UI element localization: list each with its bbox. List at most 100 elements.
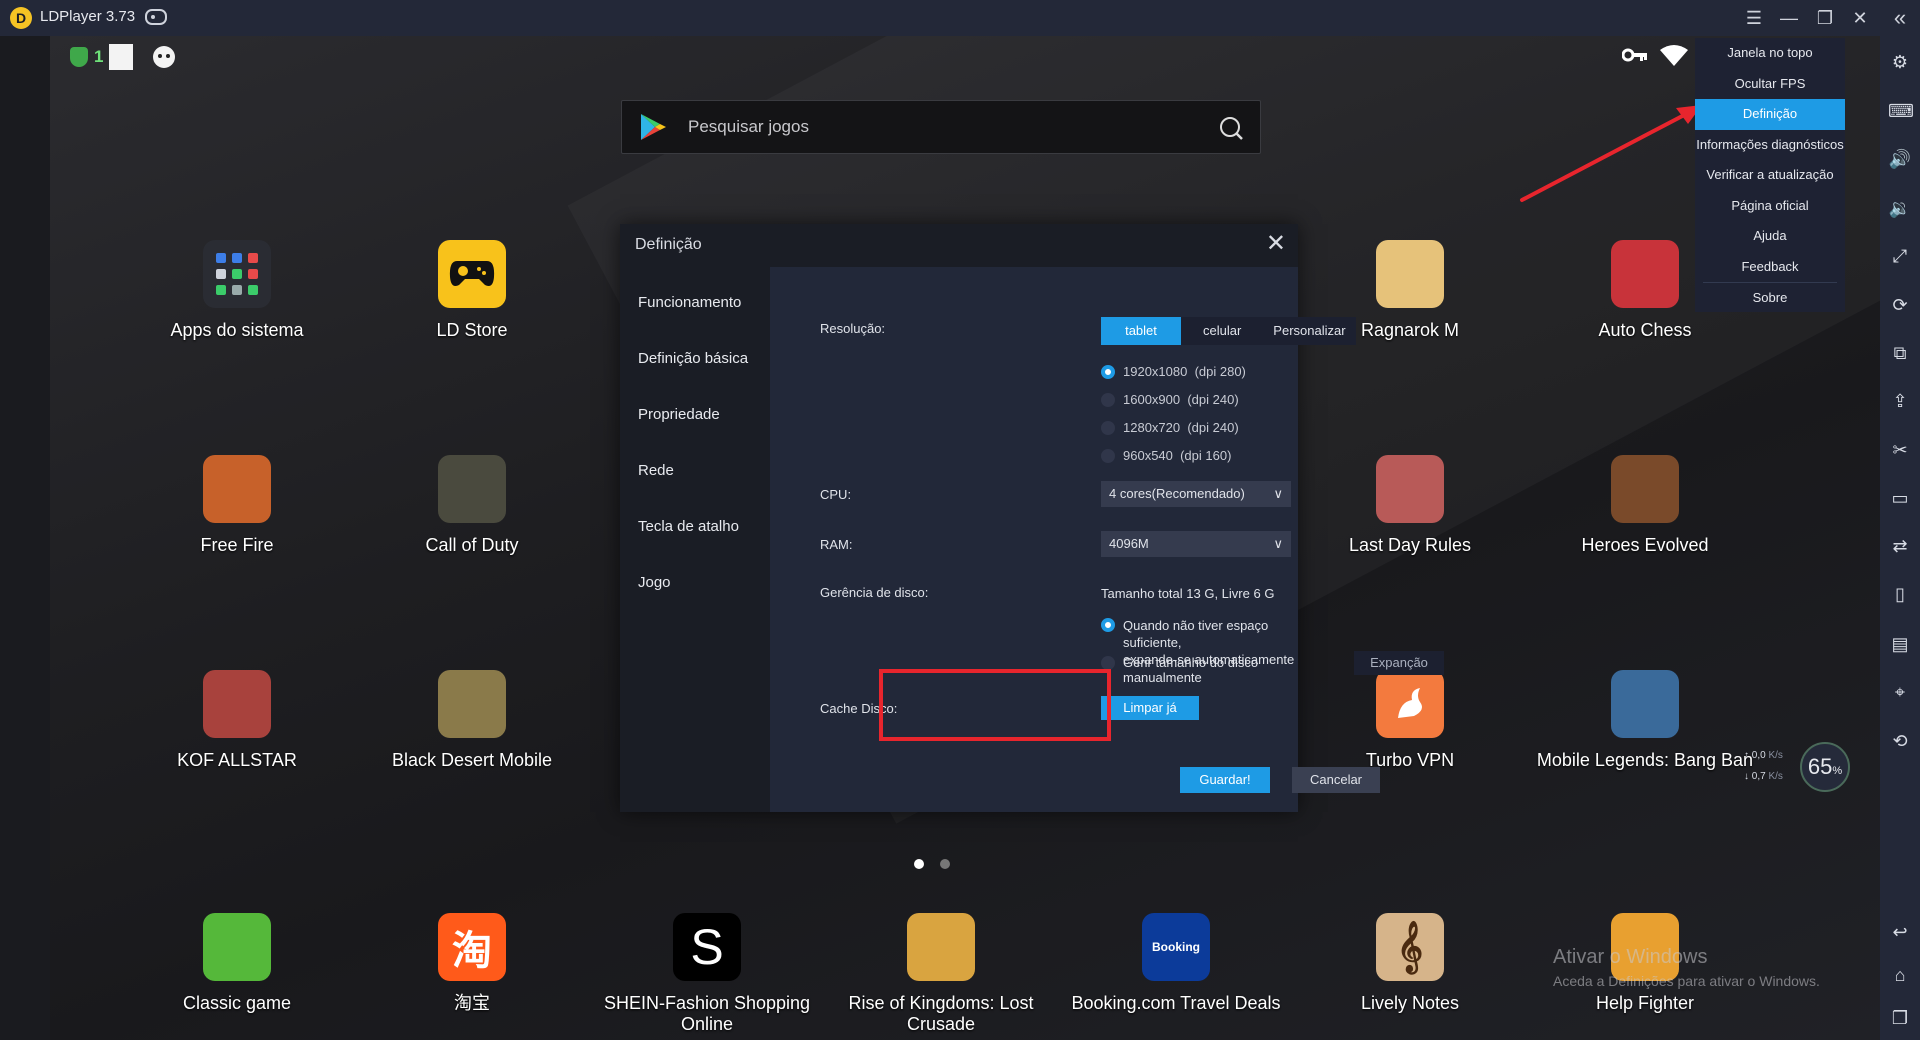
fullscreen-icon[interactable]: ⤢ xyxy=(1888,244,1912,268)
menu-item-sobre[interactable]: Sobre xyxy=(1695,283,1845,314)
shein-icon: S xyxy=(673,913,741,981)
app-shortcut[interactable]: Classic game xyxy=(122,913,352,1014)
nav-item-definicao-basica[interactable]: Definição básica xyxy=(620,331,770,387)
resolution-option[interactable]: 1920x1080 (dpi 280) xyxy=(1101,364,1246,379)
radio[interactable] xyxy=(1101,421,1115,435)
game-art xyxy=(1376,455,1444,523)
clear-cache-button[interactable]: Limpar já xyxy=(1101,696,1199,720)
vpn-key-icon xyxy=(1622,48,1647,62)
menu-item-ocultar-fps[interactable]: Ocultar FPS xyxy=(1695,69,1845,100)
app-shortcut[interactable]: 淘淘宝 xyxy=(357,913,587,1014)
settings-icon[interactable]: ⚙ xyxy=(1888,50,1912,74)
game-art xyxy=(438,455,506,523)
menu-item-feedback[interactable]: Feedback xyxy=(1695,252,1845,283)
nav-item-rede[interactable]: Rede xyxy=(620,443,770,499)
back-icon[interactable]: ↩ xyxy=(1888,920,1912,944)
app-shortcut[interactable]: LD Store xyxy=(357,240,587,341)
sync-icon[interactable]: ⇄ xyxy=(1888,534,1912,558)
windows-activation-watermark: Ativar o Windows Aceda a Definições para… xyxy=(1553,946,1820,989)
location-icon[interactable]: ⌖ xyxy=(1888,680,1912,704)
apk-install-icon[interactable]: ⇪ xyxy=(1888,389,1912,413)
grid-icon xyxy=(203,240,271,308)
tab-tablet[interactable]: tablet xyxy=(1101,317,1181,345)
app-shortcut[interactable]: Last Day Rules xyxy=(1295,455,1525,556)
app-shortcut[interactable]: Call of Duty xyxy=(357,455,587,556)
radio[interactable] xyxy=(1101,393,1115,407)
minimize-button[interactable]: — xyxy=(1775,4,1803,32)
nav-item-jogo[interactable]: Jogo xyxy=(620,555,770,611)
multi-instance-icon[interactable]: ⧉ xyxy=(1888,341,1912,365)
screen-share-icon[interactable]: ▤ xyxy=(1888,632,1912,656)
record-icon[interactable]: ⟳ xyxy=(1888,293,1912,317)
page-dot-1[interactable] xyxy=(914,859,924,869)
menu-item-verificar-atualizacao[interactable]: Verificar a atualização xyxy=(1695,160,1845,191)
resolution-option[interactable]: 1280x720 (dpi 240) xyxy=(1101,420,1239,435)
app-label: Free Fire xyxy=(200,535,274,555)
menu-item-pagina-oficial[interactable]: Página oficial xyxy=(1695,191,1845,222)
close-window-button[interactable]: ✕ xyxy=(1846,4,1874,32)
recent-apps-icon[interactable]: ❐ xyxy=(1888,1006,1912,1030)
home-icon[interactable]: ⌂ xyxy=(1888,963,1912,987)
resolution-option[interactable]: 960x540 (dpi 160) xyxy=(1101,448,1231,463)
app-shortcut[interactable]: Free Fire xyxy=(122,455,352,556)
app-shortcut[interactable]: Rise of Kingdoms: Lost Crusade xyxy=(826,913,1056,1035)
grid-cell xyxy=(232,253,242,263)
nav-item-funcionamento[interactable]: Funcionamento xyxy=(620,275,770,331)
radio-selected[interactable] xyxy=(1101,618,1115,632)
menu-item-informacoes-diagnosticos[interactable]: Informações diagnósticos xyxy=(1695,130,1845,161)
download-speed: 0,7 xyxy=(1751,771,1766,782)
rotate-icon[interactable]: ⟲ xyxy=(1888,729,1912,753)
app-shortcut[interactable]: KOF ALLSTAR xyxy=(122,670,352,771)
search-input[interactable]: Pesquisar jogos xyxy=(688,117,809,137)
app-shortcut[interactable]: Apps do sistema xyxy=(122,240,352,341)
app-label: Apps do sistema xyxy=(170,320,304,340)
radio[interactable] xyxy=(1101,656,1115,670)
app-shortcut[interactable]: S SHEIN-Fashion Shopping Online xyxy=(592,913,822,1035)
expand-button[interactable]: Expanção xyxy=(1354,651,1444,675)
menu-item-janela-no-topo[interactable]: Janela no topo xyxy=(1695,38,1845,69)
cancel-button[interactable]: Cancelar xyxy=(1292,767,1380,793)
shake-icon[interactable]: ▯ xyxy=(1888,582,1912,606)
menu-item-definicao[interactable]: Definição xyxy=(1695,99,1845,130)
resolution-option[interactable]: 1600x900 (dpi 240) xyxy=(1101,392,1239,407)
page-dot-2[interactable] xyxy=(940,859,950,869)
game-art xyxy=(438,670,506,738)
annotation-highlight-box xyxy=(879,669,1111,741)
radio[interactable] xyxy=(1101,449,1115,463)
volume-down-icon[interactable]: 🔉 xyxy=(1888,196,1912,220)
volume-up-icon[interactable]: 🔊 xyxy=(1888,147,1912,171)
nav-item-tecla-de-atalho[interactable]: Tecla de atalho xyxy=(620,499,770,555)
disk-label: Gerência de disco: xyxy=(820,585,929,600)
save-button[interactable]: Guardar! xyxy=(1180,767,1270,793)
app-shortcut[interactable]: Heroes Evolved xyxy=(1530,455,1760,556)
cpu-usage-gauge[interactable]: 65% xyxy=(1800,742,1850,792)
menu-button[interactable]: ☰ xyxy=(1740,4,1768,32)
cpu-select[interactable]: 4 cores(Recomendado) ∨ xyxy=(1101,481,1291,507)
app-shortcut[interactable]: Black Desert Mobile xyxy=(357,670,587,771)
ram-label: RAM: xyxy=(820,537,853,552)
keyboard-icon[interactable]: ⌨ xyxy=(1888,99,1914,123)
menu-item-ajuda[interactable]: Ajuda xyxy=(1695,221,1845,252)
screenshot-scissors-icon[interactable]: ✂ xyxy=(1888,438,1912,462)
wifi-icon xyxy=(1660,45,1688,66)
video-record-icon[interactable]: ▭ xyxy=(1888,486,1912,510)
app-shortcut[interactable]: Booking Booking.com Travel Deals xyxy=(1061,913,1291,1014)
app-shortcut[interactable]: Mobile Legends: Bang Ban xyxy=(1530,670,1760,771)
app-shortcut[interactable]: Turbo VPN xyxy=(1295,670,1525,771)
gamepad-icon[interactable] xyxy=(145,9,167,25)
disk-manual-option[interactable]: Gerir tamanho do disco manualmente xyxy=(1101,655,1298,685)
nav-item-propriedade[interactable]: Propriedade xyxy=(620,387,770,443)
restore-button[interactable]: ❐ xyxy=(1811,4,1839,32)
tab-celular[interactable]: celular xyxy=(1181,317,1263,345)
app-shortcut[interactable]: 𝄞 Lively Notes xyxy=(1295,913,1525,1014)
title-bar: D LDPlayer 3.73 ☰ — ❐ ✕ « xyxy=(0,0,1920,36)
search-icon[interactable] xyxy=(1218,115,1244,141)
radio-selected[interactable] xyxy=(1101,365,1115,379)
collapse-sidebar-button[interactable]: « xyxy=(1886,4,1914,32)
tab-personalizar[interactable]: Personalizar xyxy=(1263,317,1355,345)
close-icon[interactable]: ✕ xyxy=(1266,232,1286,256)
app-label: Help Fighter xyxy=(1595,993,1695,1013)
game-art xyxy=(203,455,271,523)
search-bar[interactable]: Pesquisar jogos xyxy=(621,100,1261,154)
ram-select[interactable]: 4096M ∨ xyxy=(1101,531,1291,557)
